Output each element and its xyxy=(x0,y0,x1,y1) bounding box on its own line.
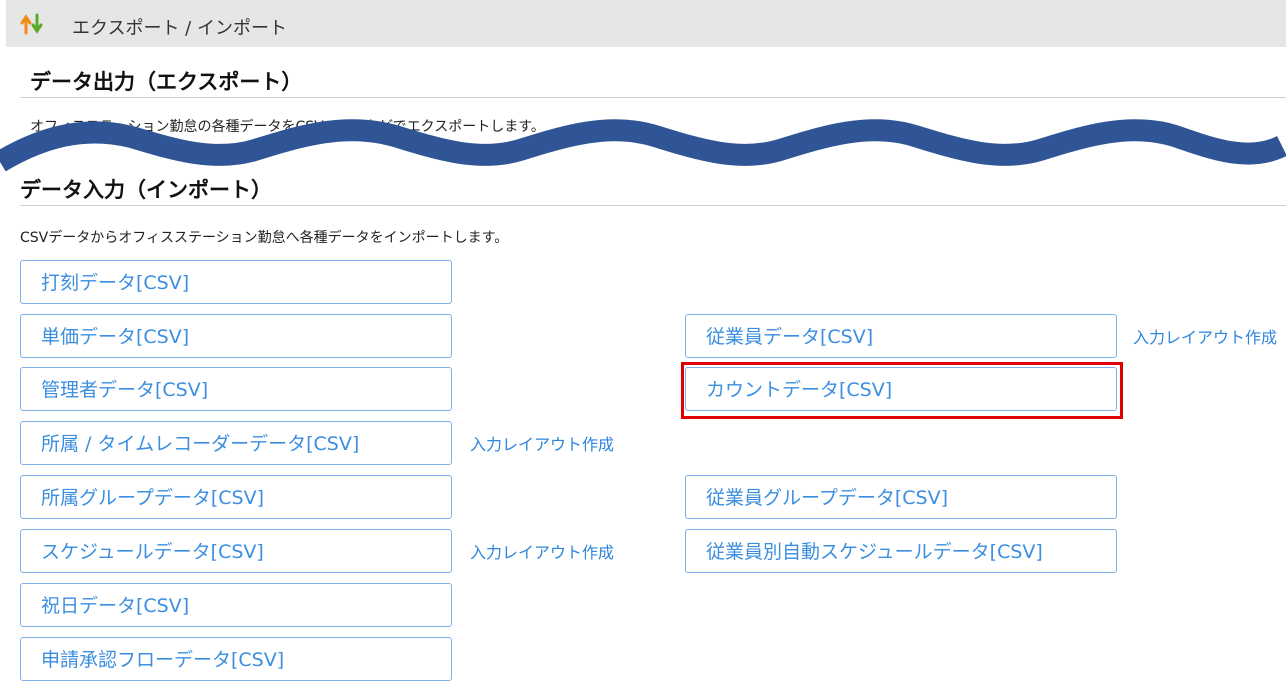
export-section-title: データ出力（エクスポート） xyxy=(30,70,303,94)
import-description: CSVデータからオフィスステーション勤怠へ各種データをインポートします。 xyxy=(20,230,509,246)
schedule-layout-link[interactable]: 入力レイアウト作成 xyxy=(470,539,614,563)
import-punch-data-button[interactable]: 打刻データ[CSV] xyxy=(20,260,452,304)
import-employee-group-data-button[interactable]: 従業員グループデータ[CSV] xyxy=(685,475,1117,519)
page-header: エクスポート / インポート xyxy=(6,0,1286,47)
department-layout-link[interactable]: 入力レイアウト作成 xyxy=(470,431,614,455)
export-divider xyxy=(20,97,1286,98)
page-title: エクスポート / インポート xyxy=(72,18,287,39)
import-schedule-data-button[interactable]: スケジュールデータ[CSV] xyxy=(20,529,452,573)
import-approval-flow-data-button[interactable]: 申請承認フローデータ[CSV] xyxy=(20,637,452,681)
import-divider xyxy=(20,205,1286,206)
wave-cut-decoration xyxy=(0,119,1286,172)
import-holiday-data-button[interactable]: 祝日データ[CSV] xyxy=(20,583,452,627)
up-down-arrows-icon xyxy=(20,13,43,35)
import-unit-price-data-button[interactable]: 単価データ[CSV] xyxy=(20,314,452,358)
import-employee-auto-schedule-data-button[interactable]: 従業員別自動スケジュールデータ[CSV] xyxy=(685,529,1117,573)
import-admin-data-button[interactable]: 管理者データ[CSV] xyxy=(20,367,452,411)
import-department-group-data-button[interactable]: 所属グループデータ[CSV] xyxy=(20,475,452,519)
import-count-data-button[interactable]: カウントデータ[CSV] xyxy=(685,367,1117,411)
import-employee-data-button[interactable]: 従業員データ[CSV] xyxy=(685,314,1117,358)
import-section-title: データ入力（インポート） xyxy=(20,178,272,202)
import-department-recorder-data-button[interactable]: 所属 / タイムレコーダーデータ[CSV] xyxy=(20,421,452,465)
employee-layout-link[interactable]: 入力レイアウト作成 xyxy=(1133,324,1277,348)
